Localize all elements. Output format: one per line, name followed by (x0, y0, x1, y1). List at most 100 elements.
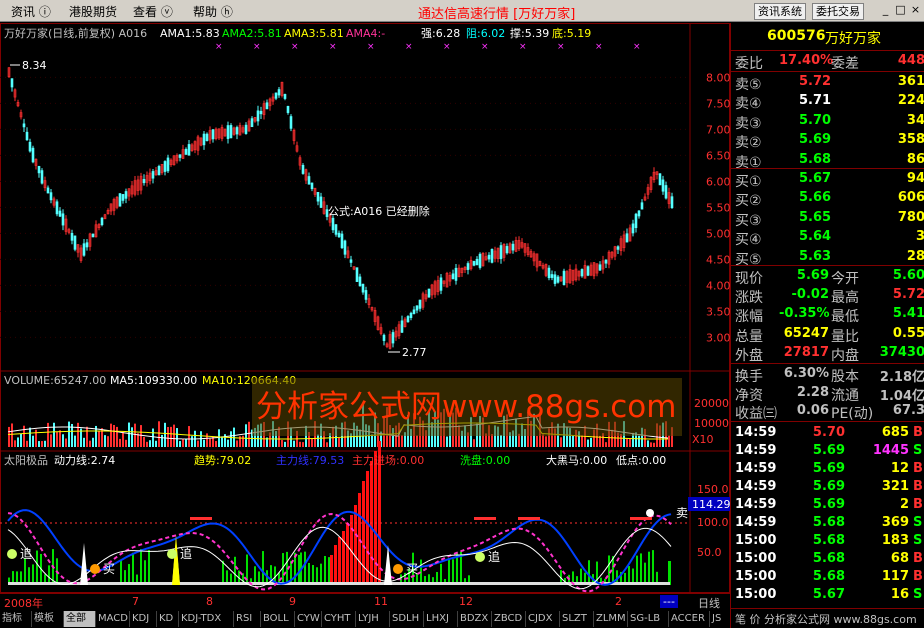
chart-area[interactable]: 8.00 7.50 7.00 6.50 6.00 5.50 5.00 4.50 4.00 3.50… (0, 23, 730, 593)
volume-bar (281, 440, 283, 447)
price-tick-label: 7.00 (706, 123, 730, 136)
order-price: 5.69 (799, 132, 832, 148)
tab-cyw[interactable]: CYW (295, 611, 322, 627)
tab-bdzx[interactable]: BDZX (458, 611, 492, 627)
tab-zbcd[interactable]: ZBCD (492, 611, 526, 627)
volume-bar (638, 435, 640, 447)
tab-zlmm[interactable]: ZLMM (594, 611, 628, 627)
volume-bar (74, 435, 76, 447)
menu-item-hk-futures[interactable]: 港股期货 (69, 3, 117, 20)
trade-button[interactable]: 委托交易 (812, 3, 864, 20)
tab-sdlh[interactable]: SDLH (390, 611, 424, 627)
candle-body (547, 267, 551, 279)
xipan-bar (648, 551, 650, 585)
candle-body (211, 129, 215, 140)
sell-order-row[interactable]: 卖⑤ 5.72 361 (731, 74, 924, 93)
timeline-cursor[interactable]: --- (660, 595, 678, 608)
tick-price: 5.68 (812, 533, 845, 548)
stat-value: 5.60 (892, 268, 924, 283)
candle-body (562, 270, 566, 285)
volume-bar (572, 435, 574, 447)
candle-body (478, 253, 482, 268)
chart-canvas[interactable]: 8.00 7.50 7.00 6.50 6.00 5.50 5.00 4.50 4.00 3.50… (0, 23, 730, 593)
volume-bar (218, 429, 220, 447)
volume-bar (587, 439, 589, 447)
heima-label: 大黑马:0.00 (546, 453, 607, 467)
indicator-name: 太阳极品 (4, 453, 48, 467)
tab-js[interactable]: JS (710, 611, 732, 627)
info-system-button[interactable]: 资讯系统 (754, 3, 806, 20)
order-volume: 3 (915, 229, 924, 245)
stat-row: 现价 5.69 今开 5.60 (731, 268, 924, 287)
order-volume: 86 (906, 151, 924, 167)
stat-label: 最低 (831, 309, 859, 326)
tab-模板[interactable]: 模板 (32, 611, 64, 627)
tab-kdj[interactable]: KDJ (130, 611, 157, 627)
tab-kdj-tdx[interactable]: KDJ-TDX (179, 611, 234, 627)
candle-body (37, 166, 41, 174)
sell-order-row[interactable]: 卖① 5.68 86 (731, 151, 924, 171)
tab-全部[interactable]: 全部 (64, 611, 96, 627)
tab-boll[interactable]: BOLL (261, 611, 295, 627)
tab-lhxj[interactable]: LHXJ (424, 611, 458, 627)
right-footer-text: 笔 价 分析家公式网 www.88gs.com (735, 613, 917, 626)
timeline-month: 7 (132, 595, 139, 608)
tab-accer[interactable]: ACCER (669, 611, 710, 627)
sell-order-row[interactable]: 卖③ 5.70 34 (731, 113, 924, 132)
candle-body (553, 274, 557, 284)
tab-lyjh[interactable]: LYJH (356, 611, 390, 627)
minimize-icon[interactable]: _ (878, 4, 893, 18)
volume-bar (173, 424, 175, 447)
tab-指标[interactable]: 指标 (0, 611, 32, 627)
candle-body (361, 283, 365, 293)
stat-value: -0.02 (791, 287, 829, 303)
volume-bar (125, 439, 127, 447)
price-tick-label: 5.50 (706, 201, 730, 214)
candle-body (25, 131, 29, 141)
volume-bar (149, 440, 151, 447)
buy-order-row[interactable]: 买① 5.67 94 (731, 171, 924, 190)
tick-side: B (913, 497, 923, 512)
tab-rsi[interactable]: RSI (234, 611, 261, 627)
order-price: 5.65 (799, 209, 832, 225)
stat-value: 2.18亿 (879, 370, 924, 385)
tab-cyht[interactable]: CYHT (322, 611, 356, 627)
sell-order-row[interactable]: 卖④ 5.71 224 (731, 93, 924, 112)
menu-item-info[interactable]: 资讯 ⓘ (11, 3, 51, 20)
sell-order-row[interactable]: 卖② 5.69 358 (731, 132, 924, 151)
buy-order-row[interactable]: 买④ 5.64 3 (731, 229, 924, 248)
zhui-signal-icon (7, 549, 17, 559)
zhuli-jinchang-bar (366, 471, 369, 585)
tick-time: 14:59 (735, 497, 777, 512)
restore-icon[interactable]: □ (893, 4, 908, 18)
zhui-label-1: 追 (20, 546, 32, 561)
tab-macd[interactable]: MACD (96, 611, 130, 627)
candle-body (661, 179, 665, 192)
volume-bar (164, 422, 166, 447)
volume-bar (152, 428, 154, 447)
menu-item-view[interactable]: 查看 ⓥ (133, 3, 173, 20)
timeline-period[interactable]: 日线 (698, 595, 720, 611)
candle-body (121, 194, 125, 201)
watermark: 分析家公式网www.88gs.com (252, 378, 682, 436)
menu-item-help[interactable]: 帮助 ⓗ (193, 3, 233, 20)
xipan-bar (36, 550, 38, 585)
candle-body (604, 259, 608, 264)
tab-cjdx[interactable]: CJDX (526, 611, 560, 627)
order-volume: 94 (906, 171, 924, 186)
buy-order-row[interactable]: 买③ 5.65 780 (731, 209, 924, 229)
candle-body (364, 290, 368, 300)
close-icon[interactable]: × (908, 4, 923, 18)
buy-order-row[interactable]: 买⑤ 5.63 28 (731, 249, 924, 268)
volume-bar (176, 428, 178, 447)
tab-slzt[interactable]: SLZT (560, 611, 594, 627)
volume-bar (44, 440, 46, 447)
tab-kd[interactable]: KD (157, 611, 179, 627)
buy-order-row[interactable]: 买② 5.66 606 (731, 190, 924, 209)
tick-row: 14:59 5.69 12 B (735, 461, 924, 479)
mai2-label: 卖 (676, 506, 688, 520)
zhui-signal-icon (475, 552, 485, 562)
tab-sg-lb[interactable]: SG-LB (628, 611, 669, 627)
tick-volume: 369 (881, 515, 909, 530)
candle-body (505, 246, 509, 254)
